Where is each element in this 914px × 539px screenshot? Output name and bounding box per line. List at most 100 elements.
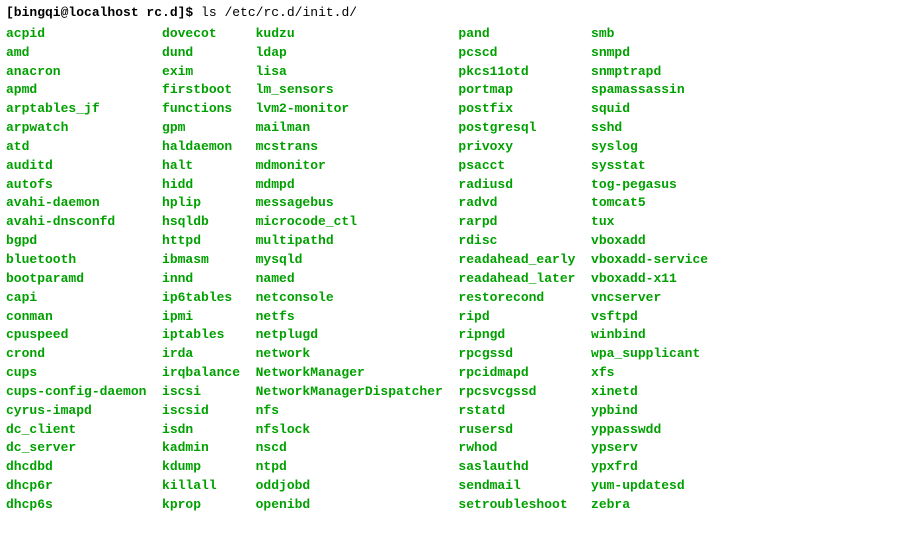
file-entry: netplugd [256,326,443,345]
file-entry: crond [6,345,146,364]
file-entry: acpid [6,25,146,44]
file-entry: snmptrapd [591,63,708,82]
file-entry: ntpd [256,458,443,477]
file-entry: readahead_later [458,270,575,289]
file-entry: ldap [256,44,443,63]
file-entry: ripngd [458,326,575,345]
ls-col-3: pandpcscdpkcs11otdportmappostfixpostgres… [458,25,575,515]
file-entry: psacct [458,157,575,176]
file-entry: lvm2-monitor [256,100,443,119]
file-entry: yum-updatesd [591,477,708,496]
ls-output: acpidamdanacronapmdarptables_jfarpwatcha… [6,25,908,515]
file-entry: vncserver [591,289,708,308]
ls-col-1: dovecotdundeximfirstbootfunctionsgpmhald… [162,25,240,515]
shell-command: ls /etc/rc.d/init.d/ [201,5,357,20]
file-entry: winbind [591,326,708,345]
file-entry: vboxadd-x11 [591,270,708,289]
file-entry: ypxfrd [591,458,708,477]
file-entry: rarpd [458,213,575,232]
file-entry: bluetooth [6,251,146,270]
file-entry: rpcidmapd [458,364,575,383]
file-entry: rusersd [458,421,575,440]
file-entry: mdmonitor [256,157,443,176]
file-entry: zebra [591,496,708,515]
file-entry: multipathd [256,232,443,251]
file-entry: mailman [256,119,443,138]
file-entry: spamassassin [591,81,708,100]
file-entry: portmap [458,81,575,100]
file-entry: apmd [6,81,146,100]
file-entry: openibd [256,496,443,515]
file-entry: nfs [256,402,443,421]
file-entry: firstboot [162,81,240,100]
file-entry: restorecond [458,289,575,308]
file-entry: named [256,270,443,289]
file-entry: radvd [458,194,575,213]
file-entry: saslauthd [458,458,575,477]
file-entry: atd [6,138,146,157]
file-entry: ripd [458,308,575,327]
file-entry: halt [162,157,240,176]
file-entry: hidd [162,176,240,195]
file-entry: killall [162,477,240,496]
file-entry: kudzu [256,25,443,44]
file-entry: sysstat [591,157,708,176]
file-entry: radiusd [458,176,575,195]
file-entry: dc_server [6,439,146,458]
file-entry: bootparamd [6,270,146,289]
file-entry: sendmail [458,477,575,496]
file-entry: oddjobd [256,477,443,496]
file-entry: httpd [162,232,240,251]
file-entry: dovecot [162,25,240,44]
file-entry: anacron [6,63,146,82]
file-entry: NetworkManagerDispatcher [256,383,443,402]
file-entry: innd [162,270,240,289]
file-entry: lisa [256,63,443,82]
file-entry: lm_sensors [256,81,443,100]
file-entry: tog-pegasus [591,176,708,195]
file-entry: tomcat5 [591,194,708,213]
file-entry: capi [6,289,146,308]
file-entry: ypbind [591,402,708,421]
file-entry: cyrus-imapd [6,402,146,421]
file-entry: rwhod [458,439,575,458]
terminal-prompt-line: [bingqi@localhost rc.d]$ ls /etc/rc.d/in… [6,4,908,23]
file-entry: wpa_supplicant [591,345,708,364]
file-entry: xinetd [591,383,708,402]
file-entry: avahi-daemon [6,194,146,213]
file-entry: snmpd [591,44,708,63]
file-entry: hplip [162,194,240,213]
file-entry: postfix [458,100,575,119]
file-entry: kprop [162,496,240,515]
file-entry: irqbalance [162,364,240,383]
file-entry: autofs [6,176,146,195]
file-entry: network [256,345,443,364]
file-entry: netconsole [256,289,443,308]
file-entry: sshd [591,119,708,138]
file-entry: pcscd [458,44,575,63]
file-entry: kdump [162,458,240,477]
file-entry: kadmin [162,439,240,458]
file-entry: nscd [256,439,443,458]
file-entry: cups-config-daemon [6,383,146,402]
file-entry: rdisc [458,232,575,251]
file-entry: microcode_ctl [256,213,443,232]
ls-col-2: kudzuldaplisalm_sensorslvm2-monitormailm… [256,25,443,515]
file-entry: functions [162,100,240,119]
file-entry: iptables [162,326,240,345]
file-entry: postgresql [458,119,575,138]
file-entry: ipmi [162,308,240,327]
file-entry: irda [162,345,240,364]
file-entry: dhcp6r [6,477,146,496]
file-entry: squid [591,100,708,119]
file-entry: iscsid [162,402,240,421]
shell-prompt: [bingqi@localhost rc.d]$ [6,5,201,20]
file-entry: arpwatch [6,119,146,138]
file-entry: exim [162,63,240,82]
file-entry: tux [591,213,708,232]
file-entry: vboxadd-service [591,251,708,270]
file-entry: amd [6,44,146,63]
file-entry: dhcdbd [6,458,146,477]
file-entry: avahi-dnsconfd [6,213,146,232]
file-entry: gpm [162,119,240,138]
